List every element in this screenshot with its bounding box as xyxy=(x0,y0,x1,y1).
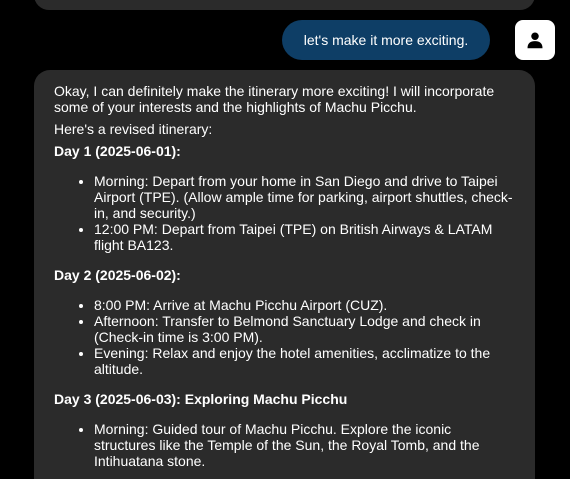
list-item: 12:00 PM: Depart from Taipei (TPE) on Br… xyxy=(94,221,515,253)
user-message-text: let's make it more exciting. xyxy=(303,32,469,48)
list-item: Afternoon: Transfer to Belmond Sanctuary… xyxy=(94,313,515,345)
day-items-list: Morning: Guided tour of Machu Picchu. Ex… xyxy=(54,421,515,469)
list-item: Evening: Relax and enjoy the hotel ameni… xyxy=(94,345,515,377)
chat-window: let's make it more exciting. Okay, I can… xyxy=(0,0,570,479)
day-heading: Day 1 (2025-06-01): xyxy=(54,143,181,159)
revised-itinerary-label: Here's a revised itinerary: xyxy=(54,121,213,137)
user-message: let's make it more exciting. xyxy=(282,20,490,60)
list-item: Morning: Depart from your home in San Di… xyxy=(94,173,515,221)
previous-assistant-message xyxy=(34,0,535,10)
assistant-intro: Okay, I can definitely make the itinerar… xyxy=(54,83,495,115)
avatar[interactable] xyxy=(515,20,555,60)
day-items-list: 8:00 PM: Arrive at Machu Picchu Airport … xyxy=(54,297,515,377)
day-heading: Day 2 (2025-06-02): xyxy=(54,267,181,283)
list-item: Morning: Guided tour of Machu Picchu. Ex… xyxy=(94,421,515,469)
day-items-list: Morning: Depart from your home in San Di… xyxy=(54,173,515,253)
person-icon xyxy=(527,32,543,49)
day-heading: Day 3 (2025-06-03): Exploring Machu Picc… xyxy=(54,391,348,407)
assistant-message: Okay, I can definitely make the itinerar… xyxy=(34,70,535,479)
list-item: 8:00 PM: Arrive at Machu Picchu Airport … xyxy=(94,297,515,313)
